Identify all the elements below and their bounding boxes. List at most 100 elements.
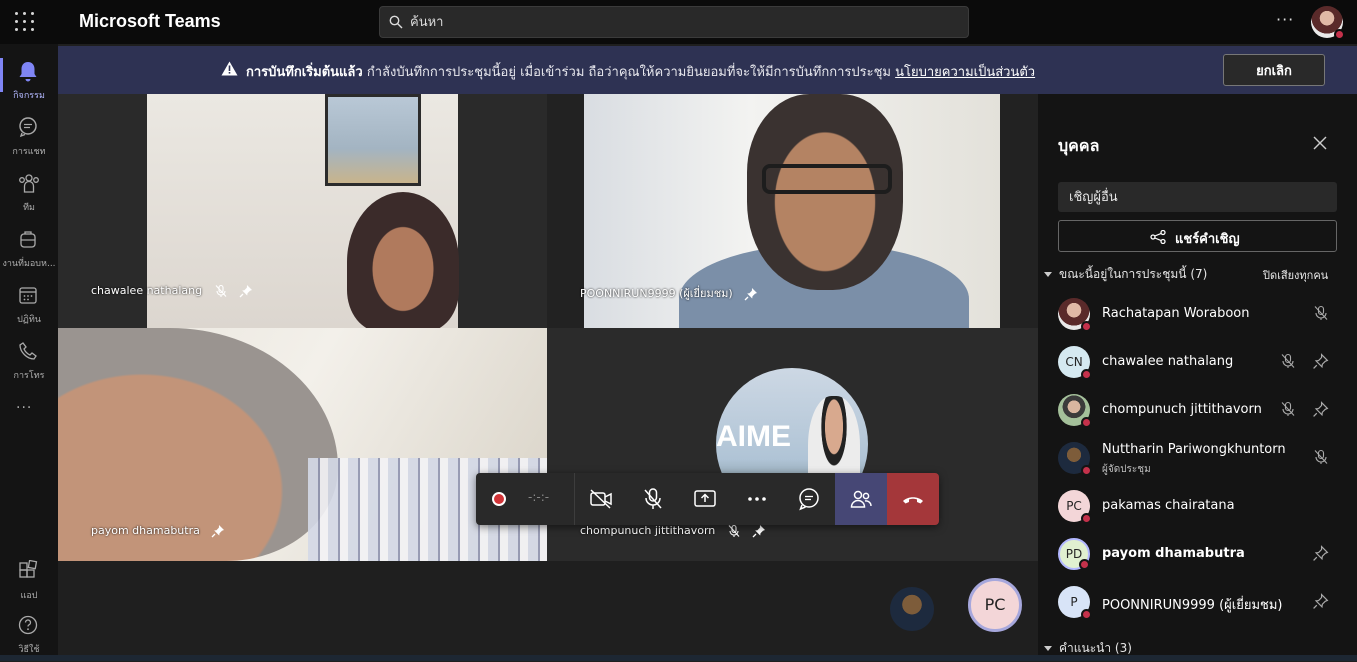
busy-status-icon: [1081, 369, 1092, 380]
participant-name: chawalee nathalang: [1102, 354, 1234, 369]
share-icon: [1150, 230, 1166, 244]
chat-button[interactable]: [783, 473, 835, 525]
participant-row[interactable]: Rachatapan Woraboon: [1038, 292, 1357, 340]
video-tile-chompunuch[interactable]: AIME chompunuch jittithavorn: [547, 328, 1038, 561]
share-invite-button[interactable]: แชร์คำเชิญ: [1058, 220, 1337, 252]
privacy-policy-link[interactable]: นโยบายความเป็นส่วนตัว: [895, 65, 1035, 80]
pin-icon[interactable]: [1312, 401, 1329, 418]
apps-icon: [19, 560, 38, 578]
more-actions-button[interactable]: [731, 473, 783, 525]
rail-item-apps[interactable]: แอป: [0, 552, 58, 608]
call-controls: -:-:-: [476, 473, 939, 525]
pin-icon: [239, 285, 253, 298]
call-timer: -:-:-: [528, 490, 550, 504]
search-box[interactable]: [379, 6, 969, 38]
tile-label: chompunuch jittithavorn: [580, 524, 766, 538]
more-apps-icon[interactable]: ···: [16, 400, 32, 416]
participant-name: chompunuch jittithavorn: [1102, 402, 1262, 417]
mic-off-icon: [644, 488, 662, 509]
rail-item-activity[interactable]: กิจกรรม: [0, 52, 58, 108]
close-icon[interactable]: [1313, 136, 1327, 150]
rail-item-teams[interactable]: ทีม: [0, 164, 58, 220]
video-grid: chawalee nathalang POONNIRUN9999 (ผู้เยี…: [58, 94, 1038, 661]
rail-item-assignments[interactable]: งานที่มอบห...: [0, 220, 58, 276]
participant-role: ผู้จัดประชุม: [1102, 464, 1151, 475]
rail-item-chat[interactable]: การแชท: [0, 108, 58, 164]
busy-status-icon: [1334, 29, 1345, 40]
participant-row[interactable]: CN chawalee nathalang: [1038, 340, 1357, 388]
participant-row[interactable]: chompunuch jittithavorn: [1038, 388, 1357, 436]
chat-icon: [19, 117, 37, 138]
mic-toggle-button[interactable]: [627, 473, 679, 525]
participant-avatar: [1058, 442, 1092, 476]
more-options-icon[interactable]: ···: [1276, 10, 1294, 29]
people-panel: บุคคล แชร์คำเชิญ ขณะนี้อยู่ในการประชุมนี…: [1038, 94, 1357, 661]
tile-label: payom dhamabutra: [91, 524, 225, 538]
video-tile-payom[interactable]: payom dhamabutra: [58, 328, 547, 561]
panel-title: บุคคล: [1058, 136, 1100, 155]
app-title: Microsoft Teams: [79, 11, 221, 31]
hang-up-icon: [903, 497, 923, 504]
recording-started-label: การบันทึกเริ่มต้นแล้ว: [246, 65, 363, 80]
busy-status-icon: [1081, 513, 1092, 524]
phone-icon: [19, 342, 37, 360]
pin-icon[interactable]: [1312, 593, 1329, 610]
mic-off-icon: [1281, 353, 1295, 368]
busy-status-icon: [1081, 465, 1092, 476]
participant-avatar: P: [1058, 586, 1092, 620]
video-tile-poonnirun[interactable]: POONNIRUN9999 (ผู้เยี่ยมชม): [547, 94, 1038, 328]
rail-item-calls[interactable]: การโทร: [0, 332, 58, 388]
participant-avatar: CN: [1058, 346, 1092, 380]
rail-item-calendar[interactable]: ปฏิทิน: [0, 276, 58, 332]
share-screen-button[interactable]: [679, 473, 731, 525]
search-input[interactable]: [410, 11, 950, 33]
left-rail: กิจกรรม การแชท ทีม งานที่มอบห... ปฏิทิน …: [0, 44, 58, 661]
people-button[interactable]: [835, 473, 887, 525]
self-avatar[interactable]: PC: [968, 578, 1022, 632]
leave-call-button[interactable]: [887, 473, 939, 525]
participant-row[interactable]: P POONNIRUN9999 (ผู้เยี่ยมชม): [1038, 580, 1357, 628]
chevron-down-icon: [1044, 646, 1052, 651]
more-icon: [748, 497, 766, 501]
mic-off-icon: [1314, 449, 1328, 464]
recording-banner: การบันทึกเริ่มต้นแล้ว กำลังบันทึกการประช…: [58, 46, 1357, 94]
participant-name: pakamas chairatana: [1102, 498, 1235, 513]
cancel-button[interactable]: ยกเลิก: [1223, 54, 1325, 86]
participant-mini-avatar[interactable]: [890, 587, 934, 631]
recording-consent-text: กำลังบันทึกการประชุมนี้อยู่ เมื่อเข้าร่ว…: [362, 65, 896, 80]
participant-name: payom dhamabutra: [1102, 546, 1245, 561]
busy-status-icon: [1079, 559, 1090, 570]
calendar-icon: [19, 287, 37, 304]
camera-toggle-button[interactable]: [575, 473, 627, 525]
participant-avatar: [1058, 298, 1092, 332]
search-icon: [389, 15, 403, 29]
pin-icon: [211, 525, 225, 538]
mute-all-link[interactable]: ปิดเสียงทุกคน: [1263, 266, 1328, 284]
teams-icon: [19, 174, 39, 193]
busy-status-icon: [1081, 417, 1092, 428]
busy-status-icon: [1081, 321, 1092, 332]
busy-status-icon: [1081, 609, 1092, 620]
invite-input[interactable]: [1058, 182, 1337, 212]
mic-off-icon: [1314, 305, 1328, 320]
participant-row[interactable]: PD payom dhamabutra: [1038, 532, 1357, 580]
rail-item-help[interactable]: วิธีใช้: [0, 606, 58, 662]
pin-icon[interactable]: [1312, 545, 1329, 562]
chevron-down-icon: [1044, 272, 1052, 277]
in-meeting-section-header[interactable]: ขณะนี้อยู่ในการประชุมนี้ (7): [1044, 265, 1207, 284]
participant-row[interactable]: Nuttharin Pariwongkhuntorn ผู้จัดประชุม: [1038, 436, 1357, 484]
mic-off-icon: [728, 524, 740, 537]
participant-name: Rachatapan Woraboon: [1102, 306, 1250, 321]
participant-row[interactable]: PC pakamas chairatana: [1038, 484, 1357, 532]
participant-avatar: PC: [1058, 490, 1092, 524]
stage-bottom: PC: [58, 561, 1038, 661]
warning-icon: [221, 61, 238, 76]
mic-off-icon: [1281, 401, 1295, 416]
pin-icon[interactable]: [1312, 353, 1329, 370]
app-launcher-icon[interactable]: [14, 11, 36, 33]
video-tile-chawalee[interactable]: chawalee nathalang: [58, 94, 547, 328]
profile-avatar[interactable]: [1311, 6, 1345, 40]
pin-icon: [744, 288, 758, 301]
participant-name: POONNIRUN9999 (ผู้เยี่ยมชม): [1102, 598, 1283, 613]
bell-icon: [19, 62, 37, 82]
